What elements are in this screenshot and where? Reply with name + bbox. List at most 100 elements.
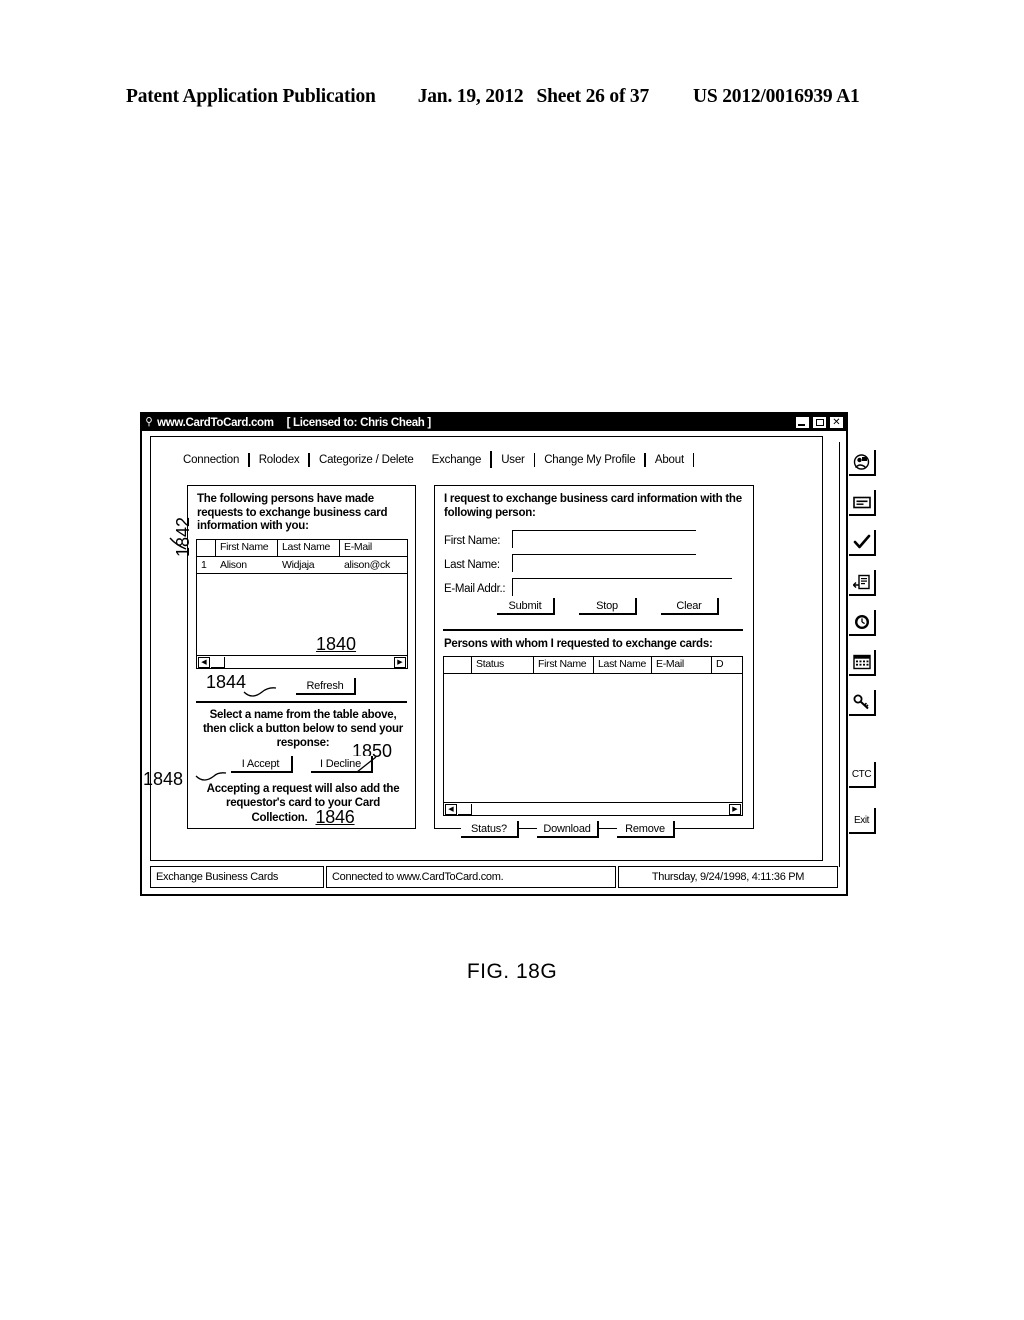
column-header-index (444, 657, 472, 673)
tab-exchange[interactable]: Exchange (423, 454, 491, 466)
column-header-status: Status (472, 657, 534, 673)
patent-page-header: Patent Application Publication Jan. 19, … (126, 86, 898, 108)
column-header-first-name: First Name (216, 540, 278, 556)
scroll-left-arrow-icon[interactable]: ◀ (445, 804, 457, 815)
patent-number: US 2012/0016939 A1 (693, 86, 860, 107)
window-license-text: [ Licensed to: Chris Cheah ] (286, 416, 432, 429)
horizontal-scrollbar[interactable]: ◀ ▶ (197, 655, 407, 668)
stop-button[interactable]: Stop (579, 598, 637, 615)
cell-first-name: Alison (220, 559, 247, 571)
accept-note-text: Accepting a request will also add the re… (206, 783, 400, 824)
checkmark-icon-button[interactable] (849, 530, 876, 556)
scroll-right-arrow-icon[interactable]: ▶ (729, 804, 741, 815)
first-name-input[interactable] (512, 530, 696, 548)
calendar-icon-button[interactable] (849, 650, 876, 676)
window-controls: ✕ (795, 416, 844, 429)
ctc-button[interactable]: CTC (849, 762, 876, 788)
scrollbar-thumb[interactable] (458, 804, 472, 815)
incoming-requests-table[interactable]: First Name Last Name E-Mail 1 Alison Wid… (196, 539, 408, 669)
publication-label: Patent Application Publication (126, 86, 376, 107)
table-header-row: First Name Last Name E-Mail (197, 540, 407, 557)
window-title: www.CardToCard.com [ Licensed to: Chris … (157, 417, 795, 429)
accept-note: Accepting a request will also add the re… (198, 782, 408, 827)
status-datetime: Thursday, 9/24/1998, 4:11:36 PM (618, 866, 838, 888)
email-input[interactable] (512, 578, 732, 596)
outgoing-requests-subheading: Persons with whom I requested to exchang… (444, 638, 713, 650)
outgoing-actions-button-group: Status? Download Remove (461, 821, 675, 838)
maximize-button[interactable] (812, 416, 827, 429)
tab-change-my-profile[interactable]: Change My Profile (535, 454, 644, 466)
accept-button[interactable]: I Accept (230, 756, 293, 773)
close-button[interactable]: ✕ (829, 416, 844, 429)
tab-connection[interactable]: Connection (179, 454, 248, 466)
document-exchange-icon-button[interactable] (849, 570, 876, 596)
status-button[interactable]: Status? (461, 821, 519, 838)
minimize-button[interactable] (795, 416, 810, 429)
scrollbar-thumb[interactable] (211, 657, 225, 668)
incoming-requests-panel: The following persons have made requests… (187, 485, 416, 829)
business-card-icon-button[interactable] (849, 490, 876, 516)
table-row[interactable]: 1 Alison Widjaja alison@ck (197, 557, 407, 574)
panel-divider (443, 629, 743, 631)
email-row: E-Mail Addr.: (444, 576, 732, 596)
download-button[interactable]: Download (537, 821, 599, 838)
tab-rolodex[interactable]: Rolodex (250, 454, 309, 466)
panel-divider (196, 701, 407, 703)
scroll-right-arrow-icon[interactable]: ▶ (394, 657, 406, 668)
ref-numeral-1842: 1842 (173, 516, 193, 557)
cell-last-name: Widjaja (282, 559, 315, 571)
ref-numeral-1840: 1840 (316, 634, 357, 654)
minimize-icon (798, 424, 805, 426)
exit-button[interactable]: Exit (849, 808, 876, 834)
scroll-left-arrow-icon[interactable]: ◀ (198, 657, 210, 668)
column-header-index (197, 540, 216, 556)
ref-numeral-1848: 1848 (143, 769, 184, 789)
last-name-row: Last Name: (444, 552, 696, 572)
table-header-row: Status First Name Last Name E-Mail D (444, 657, 742, 674)
remove-button[interactable]: Remove (617, 821, 675, 838)
decline-button[interactable]: I Decline (310, 756, 373, 773)
key-icon (853, 694, 869, 710)
status-bar: Exchange Business Cards Connected to www… (150, 866, 838, 888)
window-body: Connection Rolodex Categorize / Delete E… (142, 431, 876, 894)
publication-date: Jan. 19, 2012 (417, 86, 524, 107)
window-titlebar: ⚲ www.CardToCard.com [ Licensed to: Chri… (142, 414, 846, 431)
column-header-date: D (716, 658, 724, 670)
sheet-number: Sheet 26 of 37 (536, 86, 650, 107)
column-header-last-name: Last Name (278, 540, 340, 556)
outgoing-requests-table[interactable]: Status First Name Last Name E-Mail D ◀ ▶ (443, 656, 743, 816)
refresh-button[interactable]: Refresh (296, 678, 356, 695)
horizontal-scrollbar[interactable]: ◀ ▶ (444, 802, 742, 815)
tab-about[interactable]: About (646, 454, 693, 466)
document-exchange-icon (852, 574, 870, 589)
exchange-request-heading: I request to exchange business card info… (444, 493, 742, 519)
last-name-input[interactable] (512, 554, 696, 572)
business-card-icon (852, 496, 871, 508)
tab-categorize-delete[interactable]: Categorize / Delete (310, 454, 423, 466)
incoming-requests-heading: The following persons have made requests… (197, 493, 388, 532)
tab-bar: Connection Rolodex Categorize / Delete E… (179, 451, 695, 468)
clock-icon (854, 615, 869, 629)
rolodex-icon (853, 454, 870, 470)
tab-user[interactable]: User (492, 454, 533, 466)
key-icon-button[interactable] (849, 690, 876, 716)
checkmark-icon (853, 534, 870, 549)
email-label: E-Mail Addr.: (444, 583, 506, 595)
column-header-email: E-Mail (344, 541, 372, 553)
cell-email: alison@ck (344, 559, 390, 571)
first-name-row: First Name: (444, 528, 696, 548)
ref-numeral-1846: 1846 (315, 807, 355, 827)
submit-button[interactable]: Submit (497, 598, 555, 615)
client-area: Connection Rolodex Categorize / Delete E… (143, 436, 876, 867)
response-button-group: I Accept I Decline (188, 756, 415, 773)
tab-separator (692, 452, 695, 467)
side-toolbar: CTC Exit (839, 442, 883, 867)
last-name-label: Last Name: (444, 559, 500, 571)
window-title-text: www.CardToCard.com (157, 416, 274, 429)
request-form-buttons: Submit Stop Clear (497, 598, 719, 615)
clock-icon-button[interactable] (849, 610, 876, 636)
clear-button[interactable]: Clear (661, 598, 719, 615)
rolodex-icon-button[interactable] (849, 450, 876, 476)
table-body: ◀ ▶ (197, 574, 407, 668)
figure-caption: FIG. 18G (466, 960, 558, 983)
